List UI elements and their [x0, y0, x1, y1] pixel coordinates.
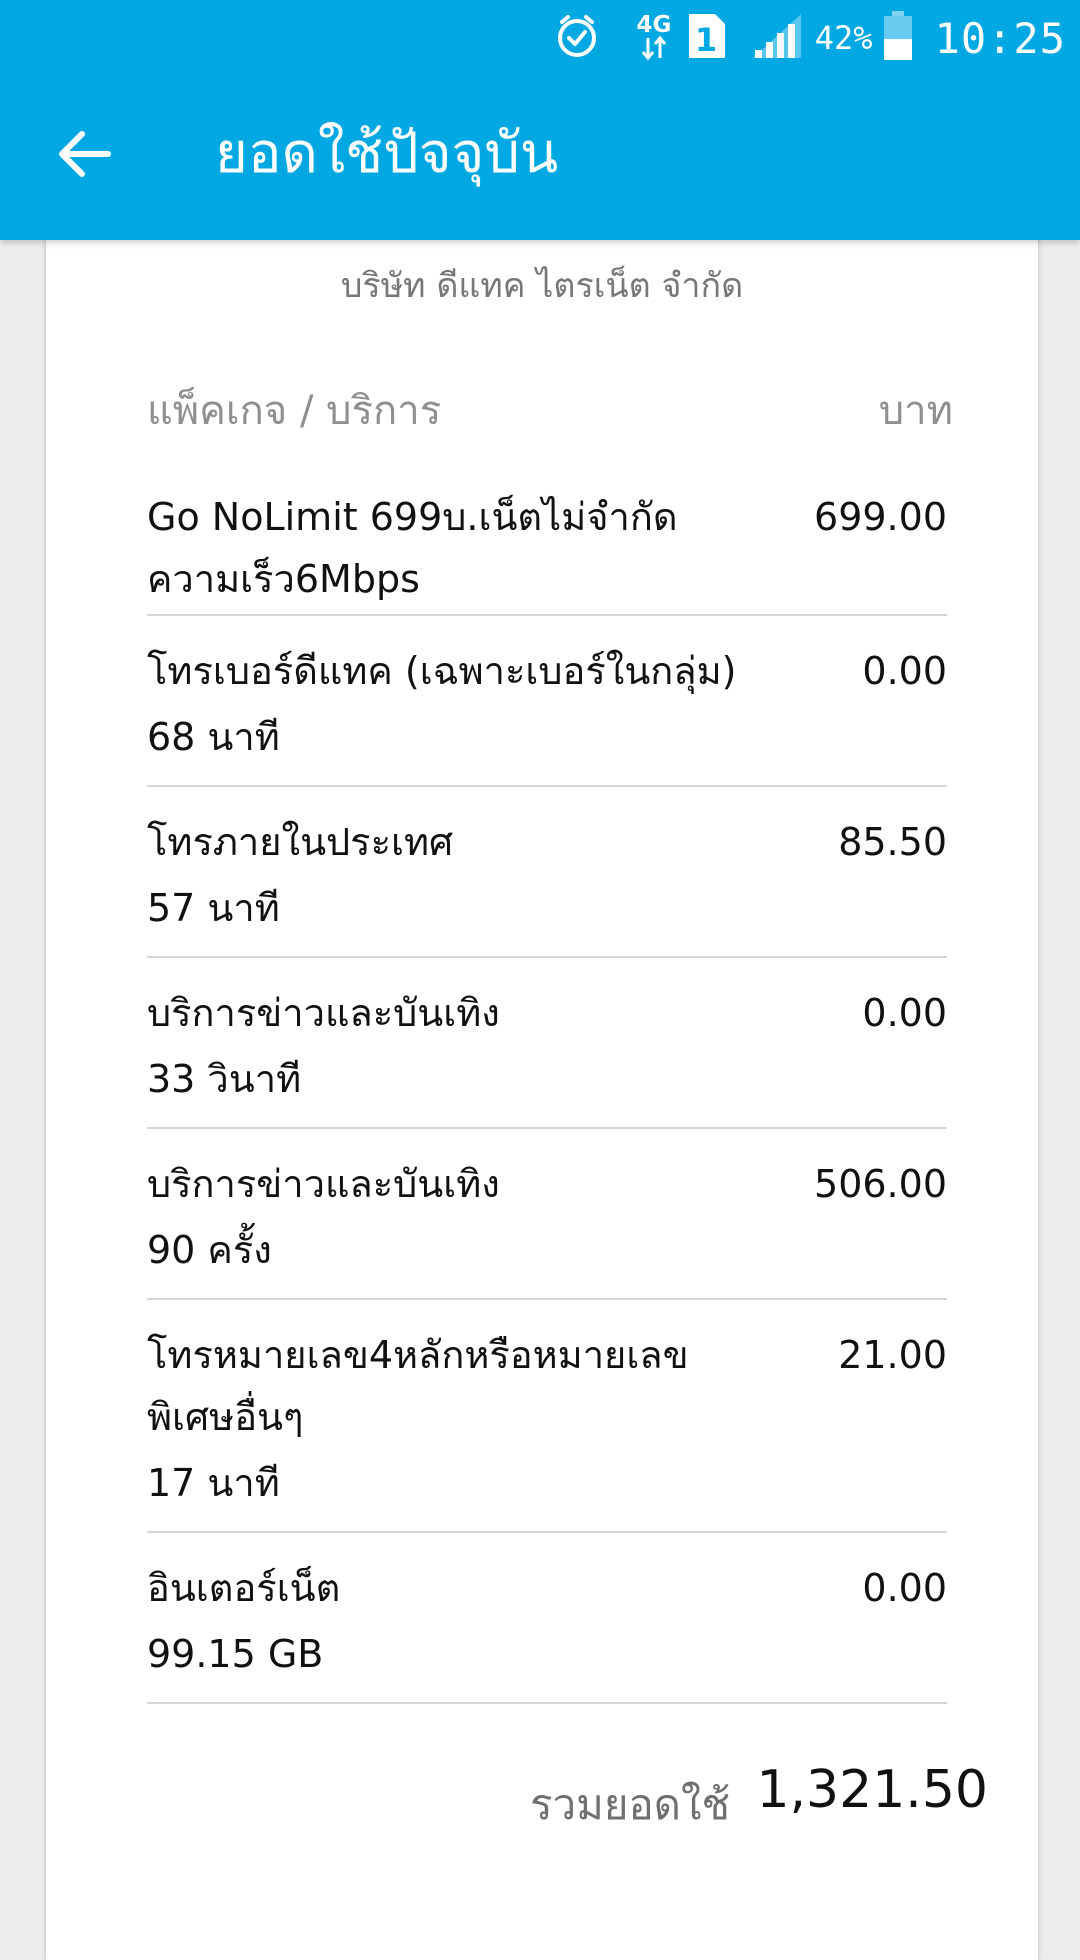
bill-item-amount: 506.00	[814, 1162, 947, 1206]
bill-row-domestic-calls: โทรภายในประเทศ 57 นาที 85.50	[147, 787, 947, 958]
bill-row-package: Go NoLimit 699บ.เน็ตไม่จำกัดความเร็ว6Mbp…	[147, 462, 947, 616]
sim-slot-label: 1	[695, 21, 717, 59]
bill-item-amount: 85.50	[838, 820, 947, 864]
bill-item-detail: 33 วินาที	[147, 1057, 302, 1101]
network-type-label: 4G	[636, 12, 671, 38]
bill-item-detail: 17 นาที	[147, 1461, 280, 1505]
clock: 10:25	[934, 13, 1066, 63]
bill-item-name: โทรเบอร์ดีแทค (เฉพาะเบอร์ในกลุ่ม)	[147, 649, 737, 693]
bill-row-internet: อินเตอร์เน็ต 99.15 GB 0.00	[147, 1533, 947, 1704]
bill-item-detail: 68 นาที	[147, 715, 280, 759]
bill-item-name: Go NoLimit 699บ.เน็ตไม่จำกัดความเร็ว6Mbp…	[147, 495, 678, 601]
bill-item-detail: 57 นาที	[147, 886, 280, 930]
page-title: ยอดใช้ปัจจุบัน	[215, 121, 559, 186]
bill-item-detail: 90 ครั้ง	[147, 1228, 272, 1272]
battery-icon	[883, 11, 913, 65]
app-bar: 4G 1 42% 10:25 ยอดใช้ปัจจุบัน	[0, 0, 1080, 240]
sim-icon: 1	[687, 12, 727, 64]
network-4g-icon: 4G	[635, 10, 673, 66]
bill-item-amount: 21.00	[838, 1333, 947, 1377]
bill-item-amount: 0.00	[862, 991, 947, 1035]
back-button[interactable]	[54, 124, 114, 184]
bill-item-amount: 699.00	[814, 495, 947, 539]
column-header-item: แพ็คเกจ / บริการ	[147, 388, 442, 434]
signal-icon	[751, 12, 803, 64]
bill-row-dtac-calls: โทรเบอร์ดีแทค (เฉพาะเบอร์ในกลุ่ม) 68 นาท…	[147, 616, 947, 787]
bill-row-news-entertainment-time: บริการข่าวและบันเทิง 33 วินาที 0.00	[147, 958, 947, 1129]
bill-item-detail: 99.15 GB	[147, 1632, 324, 1676]
bill-item-name: โทรหมายเลข4หลักหรือหมายเลขพิเศษอื่นๆ	[147, 1333, 689, 1439]
arrow-left-icon	[59, 131, 111, 177]
bill-card: บริษัท ดีแทค ไตรเน็ต จำกัด แพ็คเกจ / บริ…	[46, 200, 1038, 1960]
status-bar: 4G 1 42% 10:25	[0, 0, 1080, 76]
column-header-amount: บาท	[878, 388, 953, 434]
bill-row-news-entertainment-count: บริการข่าวและบันเทิง 90 ครั้ง 506.00	[147, 1129, 947, 1300]
bill-row-special-numbers: โทรหมายเลข4หลักหรือหมายเลขพิเศษอื่นๆ 17 …	[147, 1300, 947, 1533]
bill-item-amount: 0.00	[862, 1566, 947, 1610]
bill-item-amount: 0.00	[862, 649, 947, 693]
status-icons: 4G 1 42% 10:25	[553, 0, 1066, 76]
bill-items: Go NoLimit 699บ.เน็ตไม่จำกัดความเร็ว6Mbp…	[147, 462, 947, 1704]
battery-percent: 42%	[814, 19, 873, 57]
bill-item-name: โทรภายในประเทศ	[147, 820, 454, 864]
company-name: บริษัท ดีแทค ไตรเน็ต จำกัด	[340, 266, 744, 306]
bill-item-name: อินเตอร์เน็ต	[147, 1566, 341, 1610]
bill-item-name: บริการข่าวและบันเทิง	[147, 1162, 500, 1206]
bill-item-name: บริการข่าวและบันเทิง	[147, 991, 500, 1035]
alarm-icon	[553, 12, 601, 64]
total-value: 1,321.50	[756, 1760, 988, 1820]
total-label: รวมยอดใช้	[530, 1780, 730, 1829]
